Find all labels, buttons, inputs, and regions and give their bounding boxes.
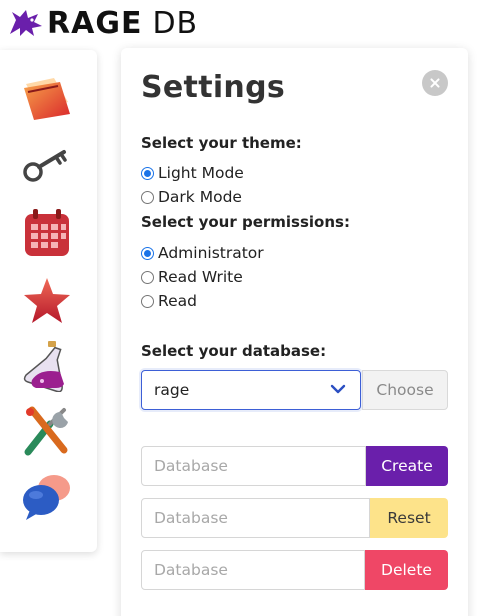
close-button[interactable] (422, 70, 448, 96)
sidebar-item-key[interactable] (20, 138, 74, 192)
flask-icon (23, 341, 64, 392)
database-label: Select your database: (141, 342, 327, 360)
dragon-logo-icon (10, 10, 42, 36)
app-logo: RAGE DB (8, 5, 199, 41)
radio-button-checked[interactable] (141, 246, 154, 260)
choose-button[interactable]: Choose (362, 370, 448, 410)
radio-read[interactable]: Read (141, 290, 197, 312)
sidebar-item-chat[interactable] (20, 470, 74, 524)
reset-button[interactable]: Reset (370, 498, 448, 538)
logo-text-bold: RAGE (47, 5, 143, 41)
radio-light-mode[interactable]: Light Mode (141, 162, 244, 184)
radio-label: Read (158, 292, 197, 310)
database-select-value: rage (154, 381, 190, 399)
logo-text-light: DB (152, 5, 199, 41)
radio-button-checked[interactable] (141, 166, 154, 180)
radio-label: Light Mode (158, 164, 244, 182)
create-button[interactable]: Create (366, 446, 448, 486)
settings-panel: Settings Select your theme: Light Mode D… (121, 48, 468, 616)
reset-database-input[interactable] (141, 498, 370, 538)
chevron-down-icon (330, 384, 346, 394)
folder-icon (24, 78, 70, 120)
sidebar-item-calendar[interactable] (20, 206, 74, 260)
delete-database-input[interactable] (141, 550, 365, 590)
sidebar-item-tools[interactable] (20, 404, 74, 458)
sidebar-item-flask[interactable] (20, 338, 74, 392)
radio-dark-mode[interactable]: Dark Mode (141, 186, 242, 208)
create-database-input[interactable] (141, 446, 366, 486)
sidebar-item-folder[interactable] (20, 72, 74, 126)
radio-button[interactable] (141, 190, 154, 204)
radio-button[interactable] (141, 270, 154, 284)
permissions-label: Select your permissions: (141, 213, 350, 231)
key-icon (23, 150, 67, 182)
chat-bubbles-icon (23, 475, 70, 520)
database-select[interactable]: rage (141, 370, 361, 410)
radio-label: Read Write (158, 268, 243, 286)
tools-icon (24, 406, 68, 456)
radio-read-write[interactable]: Read Write (141, 266, 243, 288)
page-title: Settings (141, 70, 286, 105)
radio-administrator[interactable]: Administrator (141, 242, 264, 264)
sidebar-item-star[interactable] (20, 274, 74, 328)
sidebar (0, 50, 97, 552)
calendar-icon (25, 209, 69, 256)
radio-button[interactable] (141, 294, 154, 308)
radio-label: Administrator (158, 244, 264, 262)
theme-label: Select your theme: (141, 134, 302, 152)
delete-button[interactable]: Delete (365, 550, 448, 590)
star-icon (24, 278, 70, 323)
radio-label: Dark Mode (158, 188, 242, 206)
